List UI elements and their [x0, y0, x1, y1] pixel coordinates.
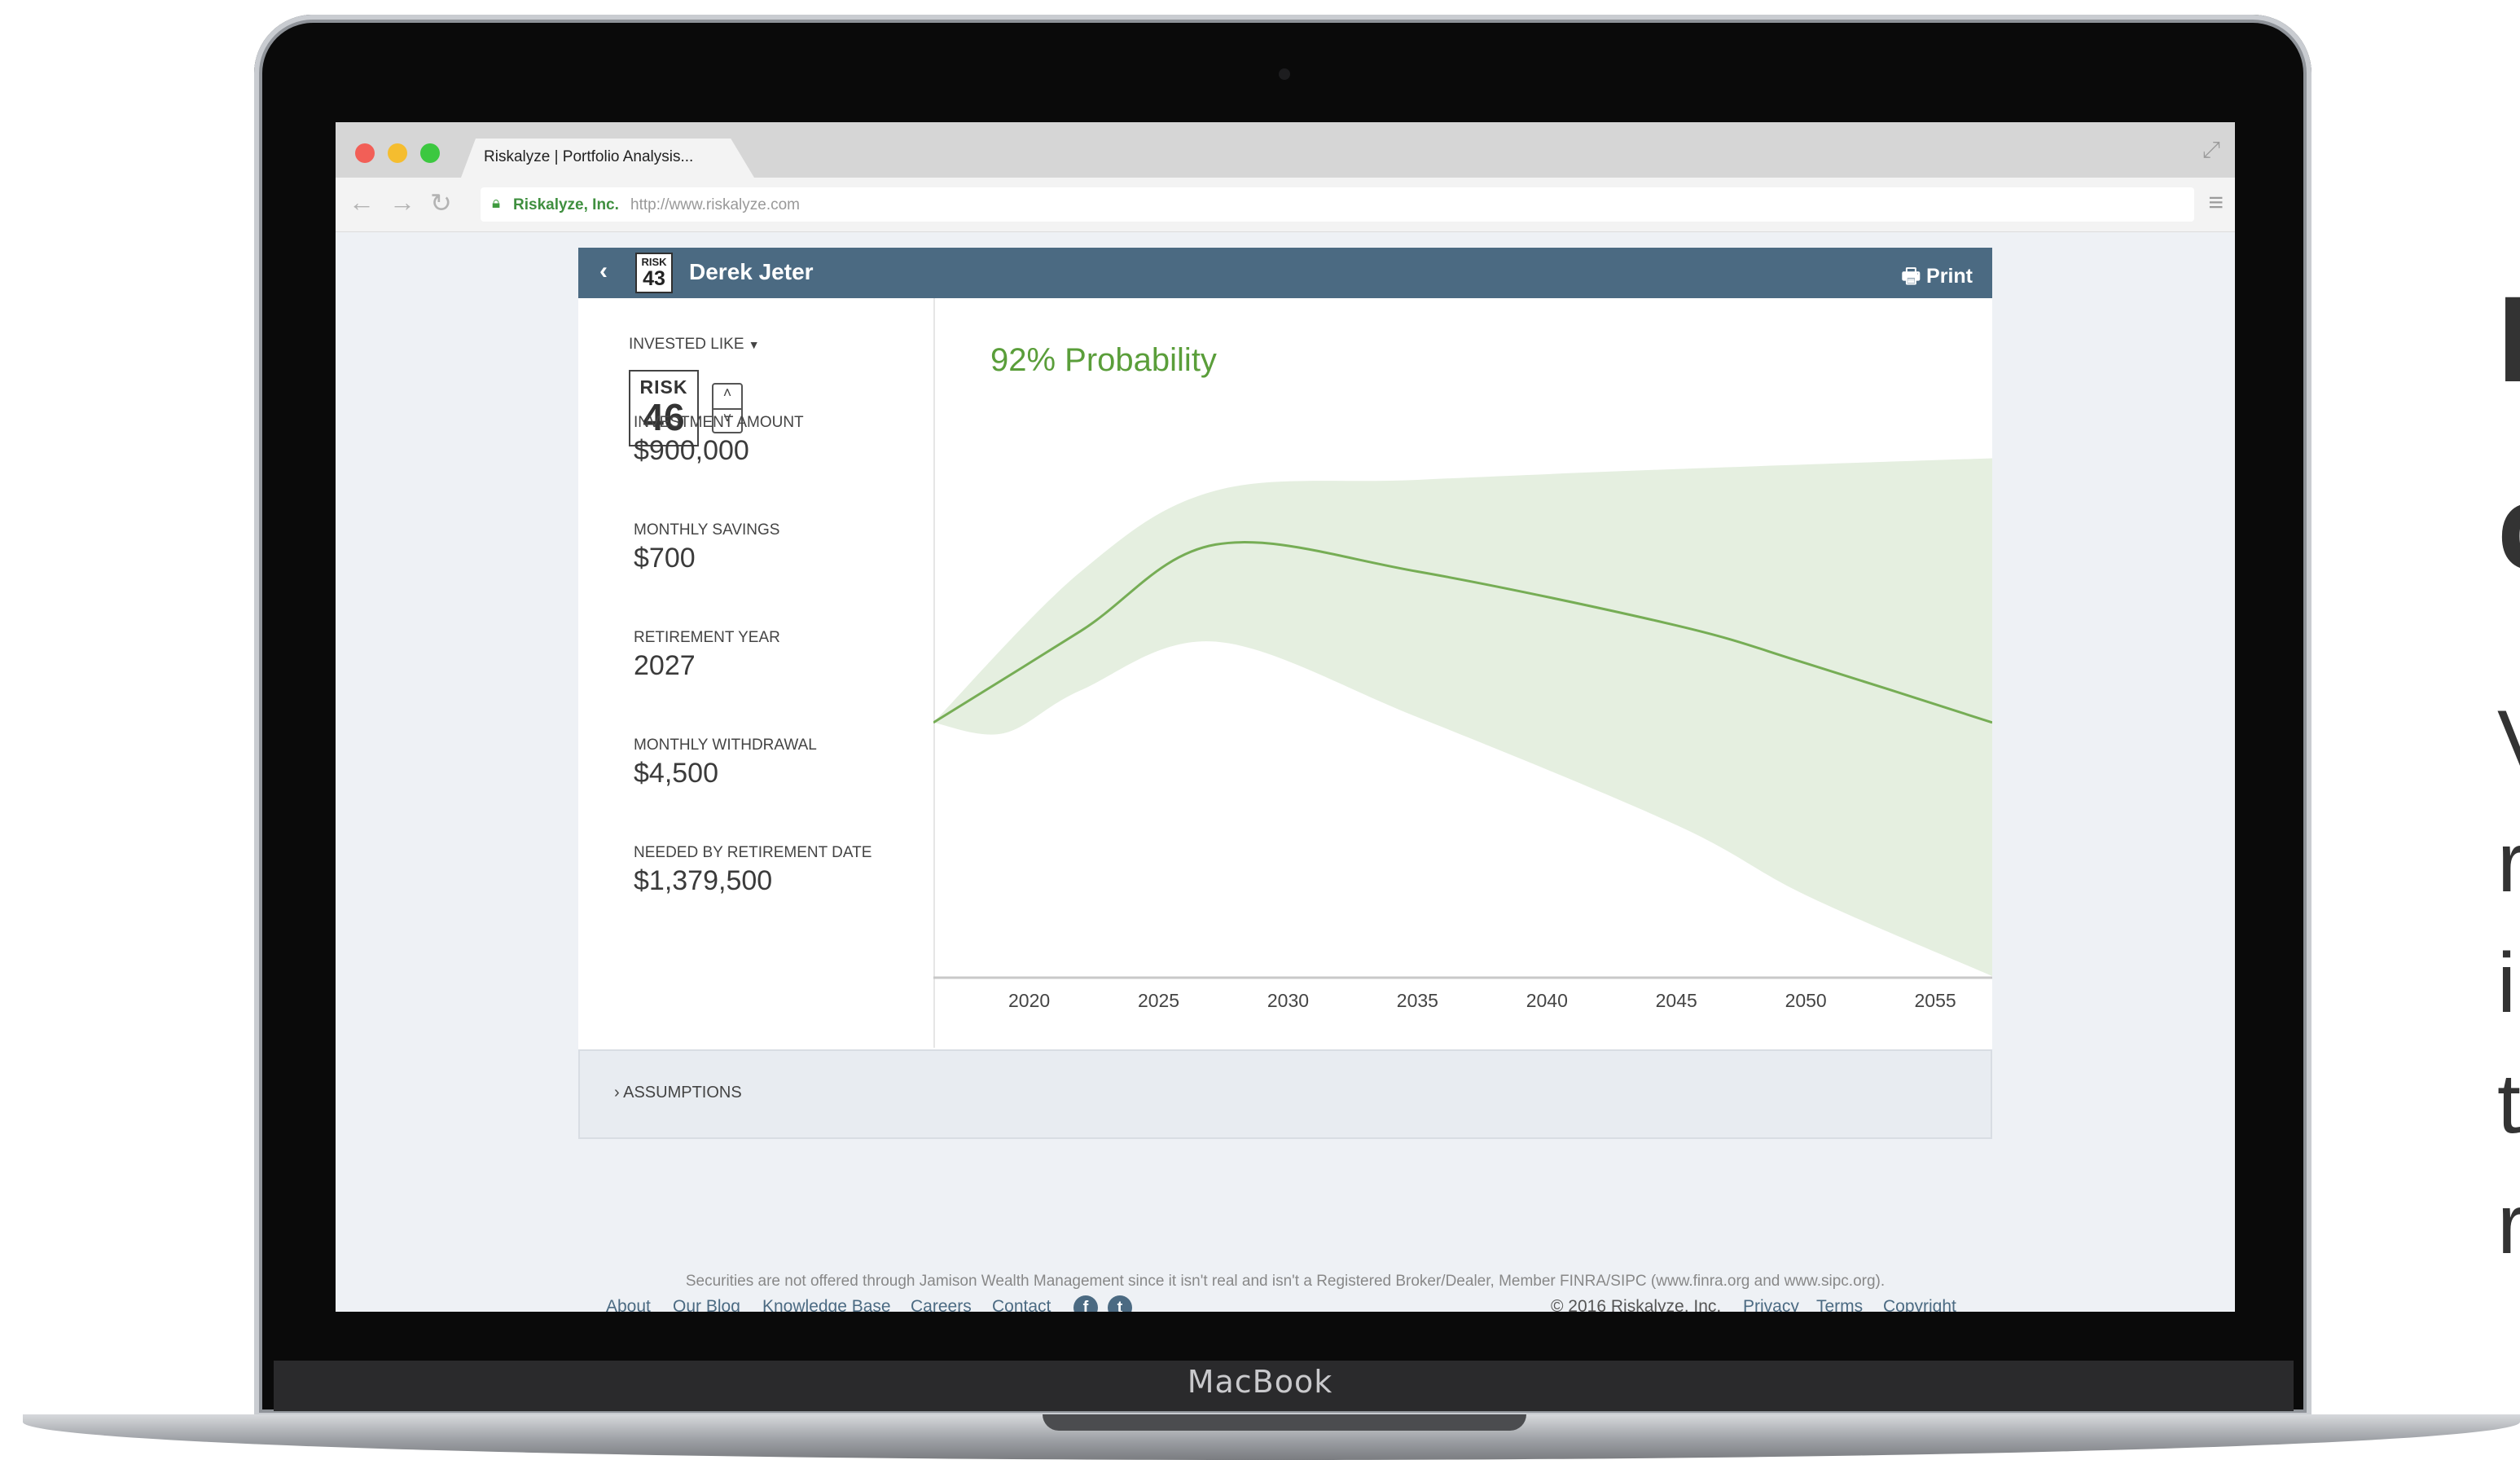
x-tick-label: 2035: [1397, 990, 1438, 1011]
x-tick-label: 2030: [1267, 990, 1309, 1011]
tab-title: Riskalyze | Portfolio Analysis...: [484, 148, 694, 165]
hero-heading-line-1: I: [2497, 270, 2520, 407]
footer-link-copyright[interactable]: Copyright: [1883, 1297, 1956, 1312]
footer: About Our Blog Knowledge Base Careers Co…: [336, 1185, 2235, 1312]
browser-tabbar: Riskalyze | Portfolio Analysis... ⤢: [336, 122, 2235, 178]
footer-link-careers[interactable]: Careers: [911, 1297, 972, 1312]
forward-arrow-icon[interactable]: →: [389, 187, 415, 218]
x-tick-label: 2045: [1656, 990, 1697, 1011]
needed-by-retirement-label: NEEDED BY RETIREMENT DATE: [634, 844, 872, 861]
maximize-window-button[interactable]: [420, 143, 440, 163]
client-name: Derek Jeter: [689, 259, 814, 284]
minimize-window-button[interactable]: [388, 143, 407, 163]
close-window-button[interactable]: [355, 143, 375, 163]
projection-chart: 92% Probability 2020 2025 2030 2035 2040 2045…: [933, 298, 1992, 1048]
footer-link-contact[interactable]: Contact: [992, 1297, 1051, 1312]
device-label: MacBook: [1187, 1364, 1333, 1400]
client-risk-badge: RISK 43: [635, 253, 673, 293]
investment-amount-field[interactable]: $900,000: [634, 435, 749, 467]
invested-like-dropdown[interactable]: INVESTED LIKE ▼: [629, 336, 760, 354]
laptop-notch: [1043, 1414, 1526, 1431]
screen: Riskalyze | Portfolio Analysis... ⤢ ← → …: [336, 122, 2235, 1312]
analysis-body: INVESTED LIKE ▼ RISK 46 ˄ ˅ INVESTMENT A…: [578, 298, 1992, 1049]
hero-body-line-5: r: [2497, 1177, 2520, 1272]
chevron-right-icon: ›: [614, 1084, 620, 1102]
x-tick-label: 2025: [1138, 990, 1179, 1011]
browser-tab[interactable]: Riskalyze | Portfolio Analysis...: [461, 139, 754, 178]
retirement-year-field[interactable]: 2027: [634, 650, 696, 682]
twitter-icon[interactable]: t: [1108, 1295, 1132, 1312]
invested-like-label: INVESTED LIKE: [629, 336, 744, 353]
printer-icon: 🖶︎: [1901, 265, 1921, 288]
app-header: ‹ RISK 43 Derek Jeter 🖶︎ Print: [578, 248, 1992, 298]
cropped-hero-text: I c V r ir t r: [2484, 0, 2520, 1304]
inputs-panel: INVESTED LIKE ▼ RISK 46 ˄ ˅ INVESTMENT A…: [578, 298, 935, 1048]
assumptions-toggle[interactable]: › ASSUMPTIONS: [578, 1049, 1992, 1139]
needed-by-retirement-value: $1,379,500: [634, 865, 773, 896]
confidence-band: [933, 458, 1992, 976]
print-button[interactable]: 🖶︎ Print: [1901, 261, 1973, 296]
portfolio-analysis-app: ‹ RISK 43 Derek Jeter 🖶︎ Print INVESTED …: [578, 248, 1992, 1139]
url-text: http://www.riskalyze.com: [630, 196, 800, 213]
x-tick-label: 2040: [1526, 990, 1568, 1011]
retirement-year-label: RETIREMENT YEAR: [634, 629, 780, 646]
hero-body-line-3: ir: [2497, 936, 2520, 1031]
lock-icon: 🔒︎: [492, 195, 501, 212]
caret-down-icon: ▼: [748, 338, 760, 351]
monthly-savings-label: MONTHLY SAVINGS: [634, 521, 780, 539]
hamburger-menu-icon[interactable]: ≡: [2208, 187, 2224, 218]
address-bar[interactable]: 🔒︎ Riskalyze, Inc. http://www.riskalyze.…: [481, 187, 2194, 222]
legal-disclaimer: Securities are not offered through Jamis…: [685, 1273, 1886, 1290]
copyright-text: © 2016 Riskalyze, Inc.: [1551, 1297, 1722, 1312]
footer-link-terms[interactable]: Terms: [1816, 1297, 1863, 1312]
assumptions-text: ASSUMPTIONS: [623, 1084, 742, 1102]
investment-amount-label: INVESTMENT AMOUNT: [634, 414, 804, 431]
chevron-up-icon[interactable]: ˄: [713, 385, 741, 410]
footer-link-about[interactable]: About: [606, 1297, 651, 1312]
site-identity: Riskalyze, Inc.: [513, 196, 619, 213]
monthly-withdrawal-field[interactable]: $4,500: [634, 758, 718, 789]
hero-body-line-2: r: [2497, 816, 2520, 910]
risk-badge-label: RISK: [641, 256, 667, 268]
footer-link-knowledge-base[interactable]: Knowledge Base: [762, 1297, 891, 1312]
hero-body-line-4: t: [2497, 1057, 2520, 1151]
facebook-icon[interactable]: f: [1073, 1295, 1098, 1312]
x-tick-label: 2050: [1785, 990, 1827, 1011]
reload-icon[interactable]: ↻: [430, 187, 452, 218]
camera-icon: [1279, 68, 1290, 80]
monthly-withdrawal-label: MONTHLY WITHDRAWAL: [634, 737, 817, 754]
assumptions-label: › ASSUMPTIONS: [614, 1084, 742, 1102]
projection-chart-svg: 2020 2025 2030 2035 2040 2045 2050 2055: [933, 458, 1992, 1011]
risk-badge-number: 43: [643, 267, 665, 290]
footer-link-privacy[interactable]: Privacy: [1743, 1297, 1799, 1312]
browser-toolbar: ← → ↻ 🔒︎ Riskalyze, Inc. http://www.risk…: [336, 178, 2235, 232]
print-label: Print: [1926, 265, 1973, 288]
risk-label: RISK: [639, 376, 688, 398]
monthly-savings-field[interactable]: $700: [634, 543, 696, 574]
x-tick-label: 2020: [1008, 990, 1050, 1011]
chevron-left-icon[interactable]: ‹: [599, 257, 608, 285]
hero-body-line-1: V: [2497, 693, 2520, 789]
back-arrow-icon[interactable]: ←: [349, 187, 375, 218]
fullscreen-icon[interactable]: ⤢: [2202, 137, 2220, 164]
footer-link-blog[interactable]: Our Blog: [673, 1297, 740, 1312]
hero-heading-line-2: c: [2497, 456, 2520, 597]
x-tick-label: 2055: [1914, 990, 1956, 1011]
